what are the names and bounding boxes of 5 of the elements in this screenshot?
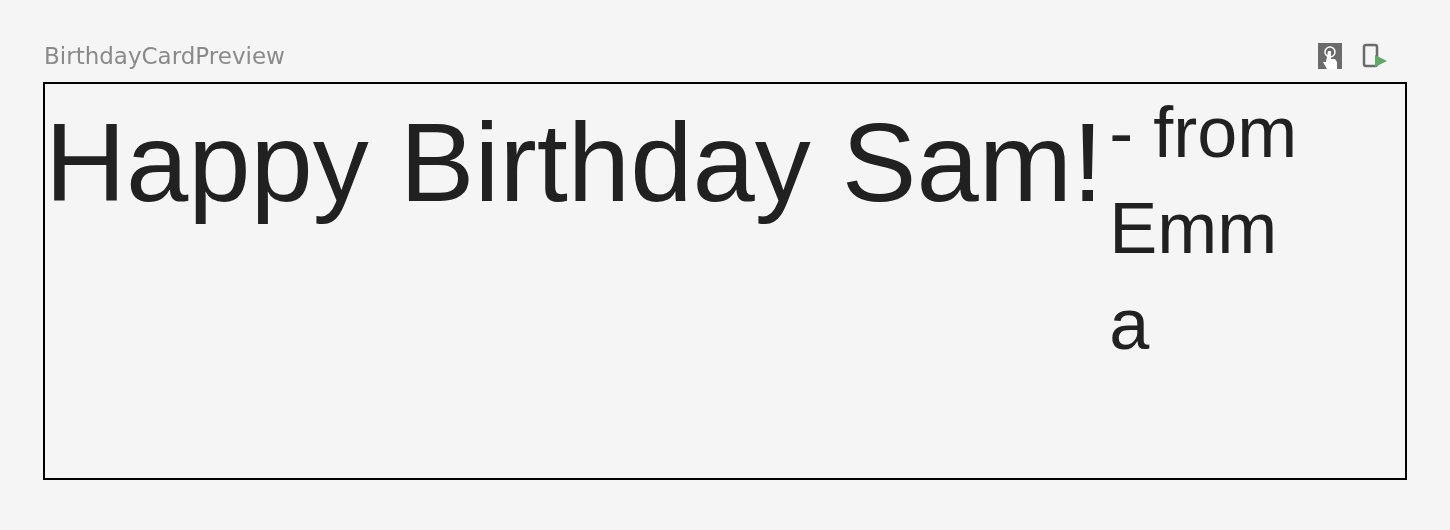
preview-title: BirthdayCardPreview xyxy=(44,41,285,71)
greeting-text: Happy Birthday Sam! xyxy=(45,99,1104,227)
touch-icon[interactable] xyxy=(1318,43,1342,69)
signature-text: - from Emma xyxy=(1109,91,1299,366)
device-run-icon[interactable] xyxy=(1362,43,1388,69)
